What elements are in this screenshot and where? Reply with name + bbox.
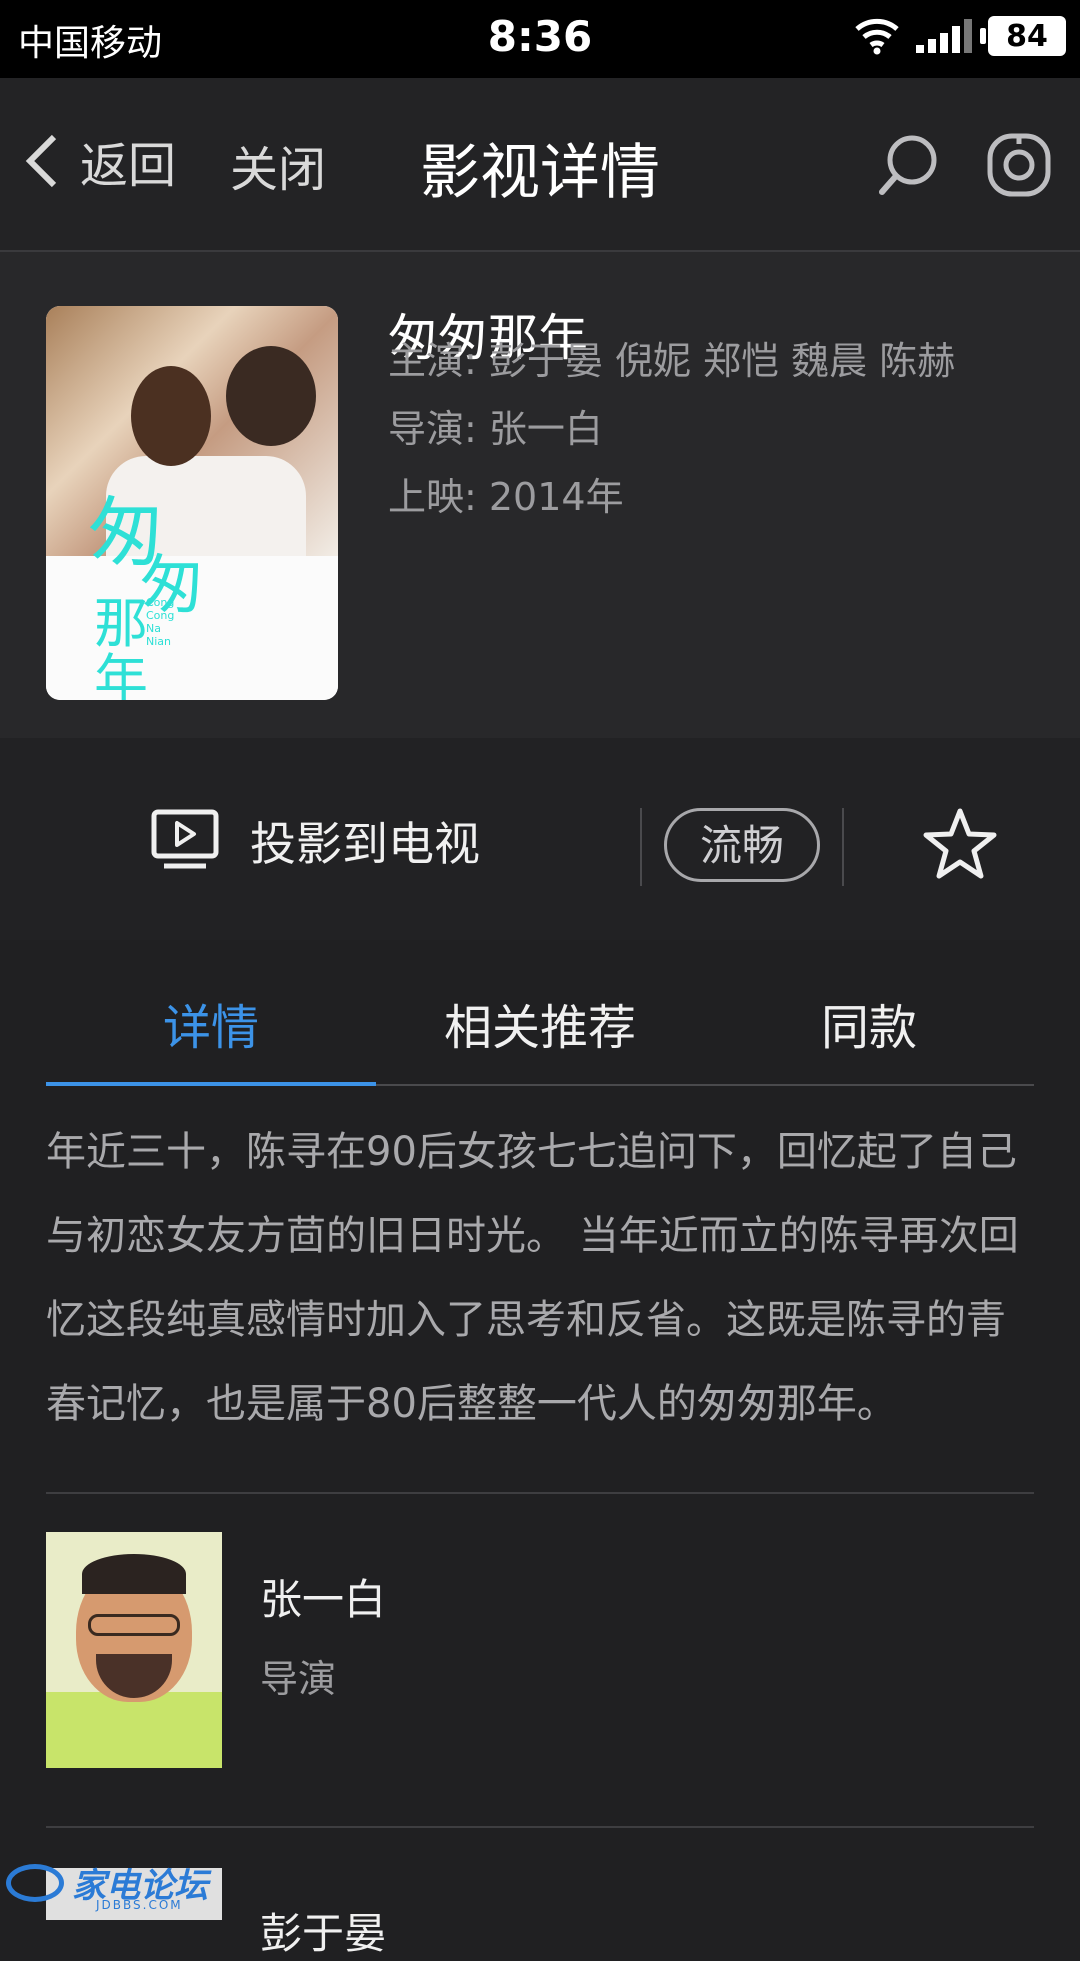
movie-synopsis: 年近三十，陈寻在90后女孩七七追问下，回忆起了自己与初恋女友方茴的旧日时光。 当… — [46, 1129, 1019, 1427]
status-icons: 84 — [854, 16, 1066, 56]
search-icon[interactable] — [874, 130, 944, 200]
wifi-icon — [855, 18, 899, 55]
nav-bar: 返回 关闭 影视详情 — [0, 78, 1080, 252]
settings-icon[interactable] — [984, 130, 1054, 200]
person-name[interactable]: 张一白 — [260, 1566, 386, 1627]
person-name[interactable]: 彭于晏 — [260, 1900, 386, 1961]
person-photo[interactable] — [46, 1532, 222, 1768]
divider — [46, 1492, 1034, 1494]
cast-to-tv-button[interactable]: 投影到电视 — [150, 808, 480, 874]
person-role: 导演 — [260, 1657, 337, 1701]
tab-details[interactable]: 详情 — [46, 988, 376, 1058]
poster-pinyin: Cong Cong Na Nian — [146, 596, 175, 648]
watermark-sub: JDBBS.COM — [96, 1898, 183, 1912]
tab-bar: 详情 相关推荐 同款 — [46, 960, 1034, 1086]
divider — [842, 808, 844, 886]
movie-release: 上映: 2014年 — [388, 475, 624, 519]
watermark-logo: 家电论坛 JDBBS.COM — [6, 1858, 208, 1912]
divider — [46, 1826, 1034, 1828]
tv-play-icon — [151, 809, 219, 869]
poster-title-char: 那年 — [94, 592, 148, 701]
quality-selector[interactable]: 流畅 — [664, 808, 820, 882]
movie-cast: 主演: 彭于晏 倪妮 郑恺 魏晨 陈赫 — [388, 339, 956, 383]
cast-label: 投影到电视 — [250, 817, 480, 871]
action-bar: 投影到电视 流畅 — [0, 738, 1080, 940]
active-tab-indicator — [46, 1082, 376, 1086]
tab-recommendations[interactable]: 相关推荐 — [375, 988, 705, 1058]
tab-same-style[interactable]: 同款 — [704, 988, 1034, 1058]
battery-icon: 84 — [980, 16, 1066, 56]
signal-icon — [916, 19, 972, 53]
movie-poster[interactable]: 匆 匆 那年 Cong Cong Na Nian — [46, 306, 338, 700]
star-icon[interactable] — [922, 806, 998, 882]
movie-director: 导演: 张一白 — [388, 407, 603, 451]
status-bar: 中国移动 8:36 84 — [0, 0, 1080, 78]
divider — [640, 808, 642, 886]
movie-info: 匆 匆 那年 Cong Cong Na Nian 匆匆那年 主演: 彭于晏 倪妮… — [0, 252, 1080, 738]
